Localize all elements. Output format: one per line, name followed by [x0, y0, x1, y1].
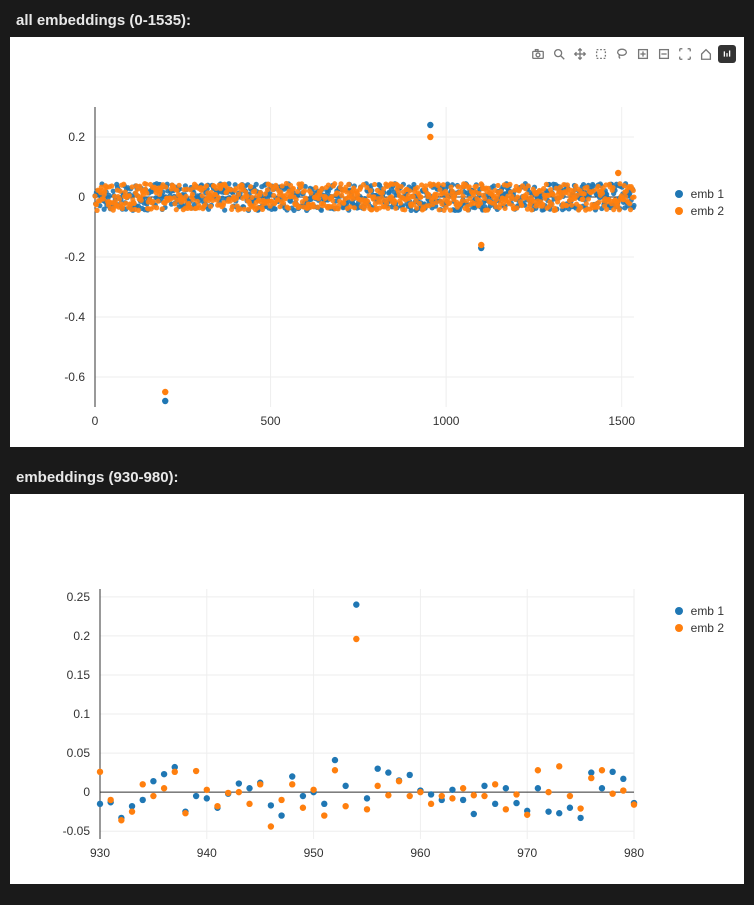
zoom-out-icon[interactable] [655, 45, 673, 63]
zoom-in-icon[interactable] [634, 45, 652, 63]
svg-text:0.15: 0.15 [67, 668, 91, 682]
legend-item-emb2[interactable]: emb 2 [675, 204, 724, 218]
plotly-logo-icon[interactable] [718, 45, 736, 63]
svg-text:0: 0 [83, 785, 90, 799]
svg-text:1000: 1000 [433, 414, 460, 428]
autoscale-icon[interactable] [676, 45, 694, 63]
svg-text:-0.4: -0.4 [64, 310, 85, 324]
svg-text:0.05: 0.05 [67, 746, 91, 760]
svg-text:940: 940 [197, 846, 217, 860]
svg-text:960: 960 [410, 846, 430, 860]
legend-item-emb1[interactable]: emb 1 [675, 187, 724, 201]
scatter-plot-top[interactable]: 0 500 1000 1500 -0.6 -0.4 -0.2 0 0.2 [10, 37, 744, 447]
svg-text:930: 930 [90, 846, 110, 860]
chart-panel-top: 0 500 1000 1500 -0.6 -0.4 -0.2 0 0.2 emb 1 emb 2 [10, 37, 744, 447]
svg-text:970: 970 [517, 846, 537, 860]
legend-label: emb 2 [691, 621, 724, 635]
legend-bottom: emb 1 emb 2 [675, 604, 724, 638]
zoom-icon[interactable] [550, 45, 568, 63]
camera-icon[interactable] [529, 45, 547, 63]
svg-text:500: 500 [261, 414, 281, 428]
svg-text:0: 0 [92, 414, 99, 428]
svg-text:950: 950 [304, 846, 324, 860]
pan-icon[interactable] [571, 45, 589, 63]
legend-item-emb2[interactable]: emb 2 [675, 621, 724, 635]
plotly-toolbar [529, 45, 736, 63]
legend-top: emb 1 emb 2 [675, 187, 724, 221]
box-select-icon[interactable] [592, 45, 610, 63]
svg-text:-0.6: -0.6 [64, 370, 85, 384]
section-title-bottom: embeddings (930-980): [0, 457, 754, 494]
svg-text:0.2: 0.2 [68, 130, 85, 144]
reset-icon[interactable] [697, 45, 715, 63]
scatter-plot-bottom[interactable]: 930 940 950 960 970 980 -0.05 0 0.05 0.1 0.15 0.2 0.… [10, 494, 744, 884]
legend-label: emb 1 [691, 187, 724, 201]
svg-text:980: 980 [624, 846, 644, 860]
svg-text:0: 0 [78, 190, 85, 204]
chart-panel-bottom: 930 940 950 960 970 980 -0.05 0 0.05 0.1 0.15 0.2 0.… [10, 494, 744, 884]
section-title-top: all embeddings (0-1535): [0, 0, 754, 37]
svg-text:1500: 1500 [608, 414, 635, 428]
app-container: { "sections": { "top": {"title": "all em… [0, 0, 754, 884]
legend-label: emb 2 [691, 204, 724, 218]
svg-text:0.2: 0.2 [73, 629, 90, 643]
svg-text:0.1: 0.1 [73, 707, 90, 721]
svg-text:-0.2: -0.2 [64, 250, 85, 264]
svg-text:0.25: 0.25 [67, 590, 91, 604]
legend-item-emb1[interactable]: emb 1 [675, 604, 724, 618]
lasso-icon[interactable] [613, 45, 631, 63]
svg-text:-0.05: -0.05 [63, 824, 91, 838]
legend-label: emb 1 [691, 604, 724, 618]
